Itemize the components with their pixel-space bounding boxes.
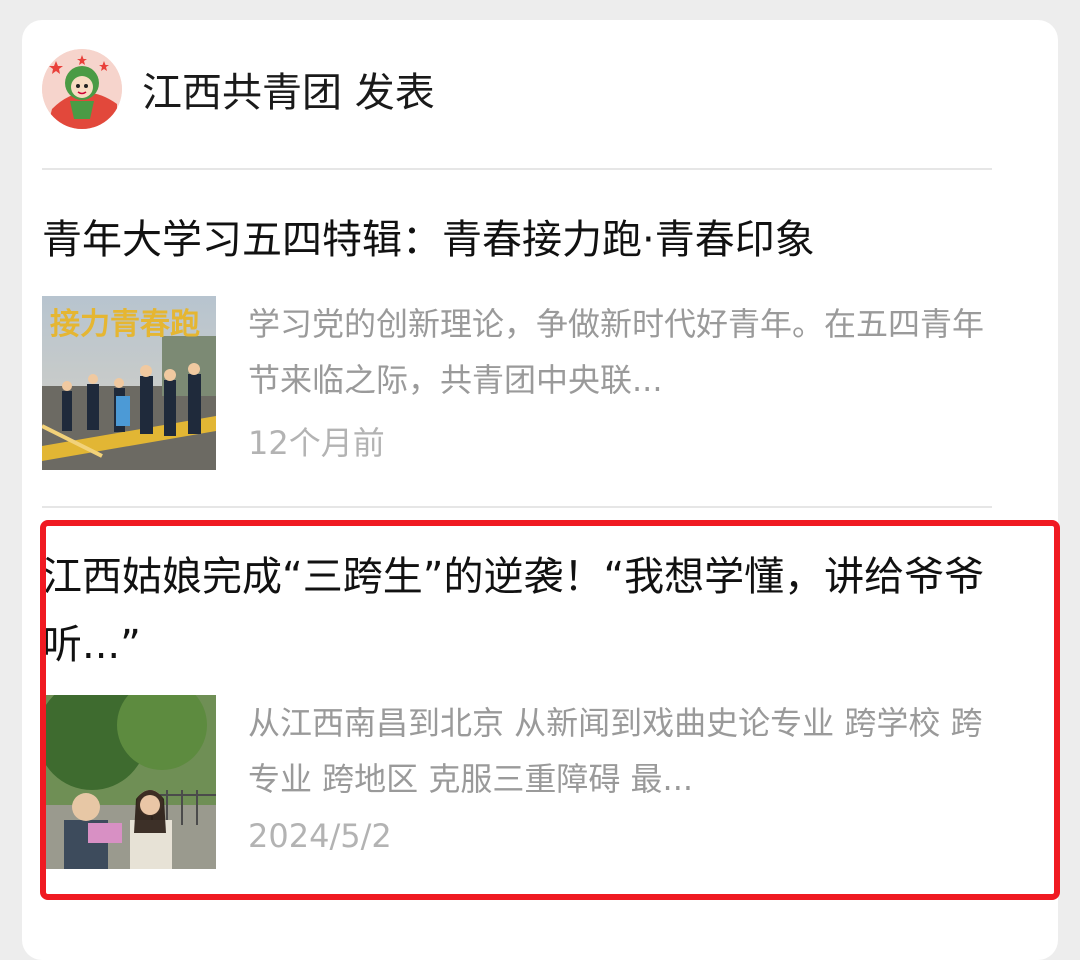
article-date: 12个月前 bbox=[248, 424, 385, 462]
article-item[interactable]: 青年大学习五四特辑：青春接力跑·青春印象 接力青春跑 学习党的创新理论，争做新时… bbox=[42, 206, 992, 470]
article-summary: 学习党的创新理论，争做新时代好青年。在五四青年节来临之际，共青团中央联... bbox=[248, 305, 985, 399]
mascot-avatar-icon[interactable] bbox=[42, 49, 122, 129]
account-name[interactable]: 江西共青团 bbox=[142, 70, 342, 116]
article-title[interactable]: 青年大学习五四特辑：青春接力跑·青春印象 bbox=[42, 206, 992, 274]
publish-label: 发表 bbox=[354, 70, 435, 116]
divider bbox=[42, 168, 992, 170]
thumb-title-text: 接力青春跑 bbox=[50, 307, 200, 342]
relay-run-thumbnail[interactable]: 接力青春跑 bbox=[42, 296, 216, 470]
account-header[interactable]: 江西共青团 发表 bbox=[42, 44, 435, 134]
highlight-box bbox=[40, 520, 1060, 900]
divider bbox=[42, 506, 992, 508]
account-line: 江西共青团 发表 bbox=[142, 60, 435, 118]
